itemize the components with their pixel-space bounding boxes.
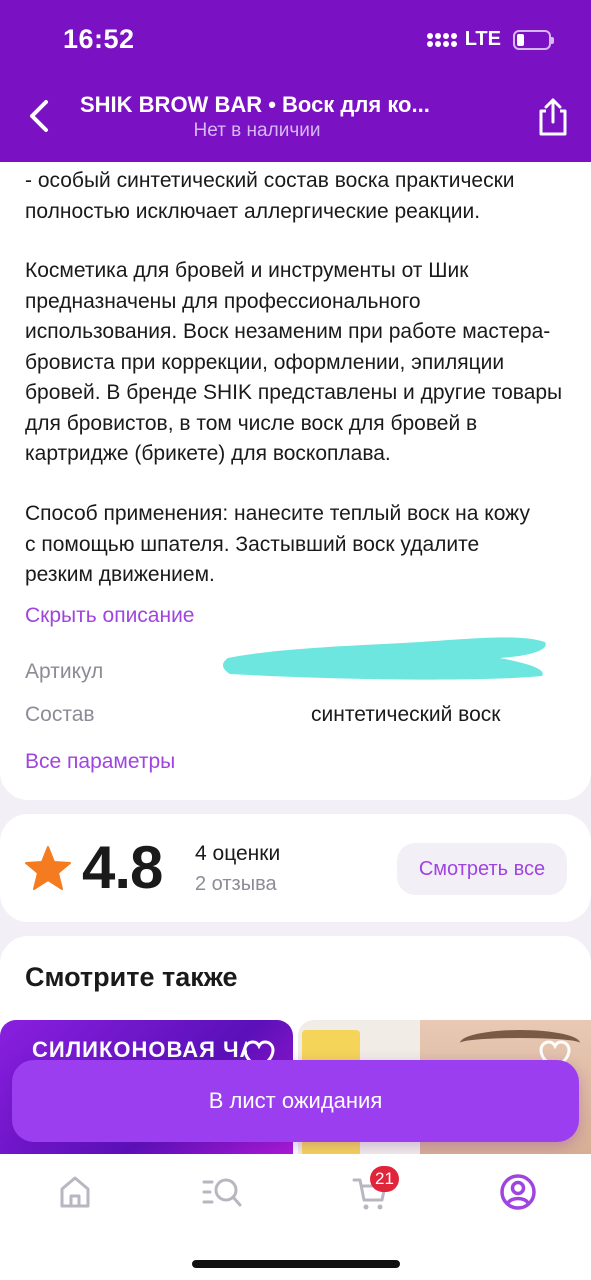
- status-time: 16:52: [63, 24, 135, 54]
- waitlist-button[interactable]: В лист ожидания: [12, 1060, 579, 1142]
- rating-score: 4.8: [82, 834, 163, 901]
- home-icon[interactable]: [57, 1174, 93, 1210]
- battery-icon: [513, 29, 554, 50]
- reviews-count[interactable]: 2 отзыва: [195, 873, 277, 896]
- param-label-composition: Состав: [25, 703, 95, 726]
- share-icon[interactable]: [534, 96, 572, 138]
- home-indicator: [192, 1260, 400, 1268]
- see-also-title: Смотрите также: [25, 962, 238, 992]
- description-card: [0, 140, 591, 800]
- description-paragraph: Способ применения: нанесите теплый воск …: [25, 502, 530, 586]
- star-icon: [25, 846, 71, 890]
- cart-badge: 21: [370, 1166, 399, 1192]
- ratings-count: 4 оценки: [195, 842, 281, 865]
- see-all-reviews-button[interactable]: Смотреть все: [397, 843, 567, 895]
- description-paragraph: Косметика для бровей и инструменты от Ши…: [25, 259, 563, 465]
- param-value-composition: синтетический воск: [311, 703, 501, 726]
- status-indicators: LTE: [426, 28, 554, 51]
- page-title: SHIK BROW BAR • Воск для ко...: [80, 92, 430, 117]
- profile-icon[interactable]: [499, 1173, 537, 1211]
- all-params-link[interactable]: Все параметры: [25, 750, 175, 774]
- redaction-mark: [223, 637, 546, 680]
- param-label-sku: Артикул: [25, 660, 104, 683]
- description-paragraph: - особый синтетический состав воска прак…: [25, 169, 515, 223]
- signal-icon: [426, 32, 457, 47]
- hide-description-link[interactable]: Скрыть описание: [25, 604, 195, 628]
- top-bar: 16:52 LTE SHIK BROW BAR • Воск для ко...…: [0, 0, 591, 162]
- network-label: LTE: [464, 28, 501, 50]
- catalog-search-icon[interactable]: [202, 1174, 242, 1210]
- availability-status: Нет в наличии: [193, 120, 321, 141]
